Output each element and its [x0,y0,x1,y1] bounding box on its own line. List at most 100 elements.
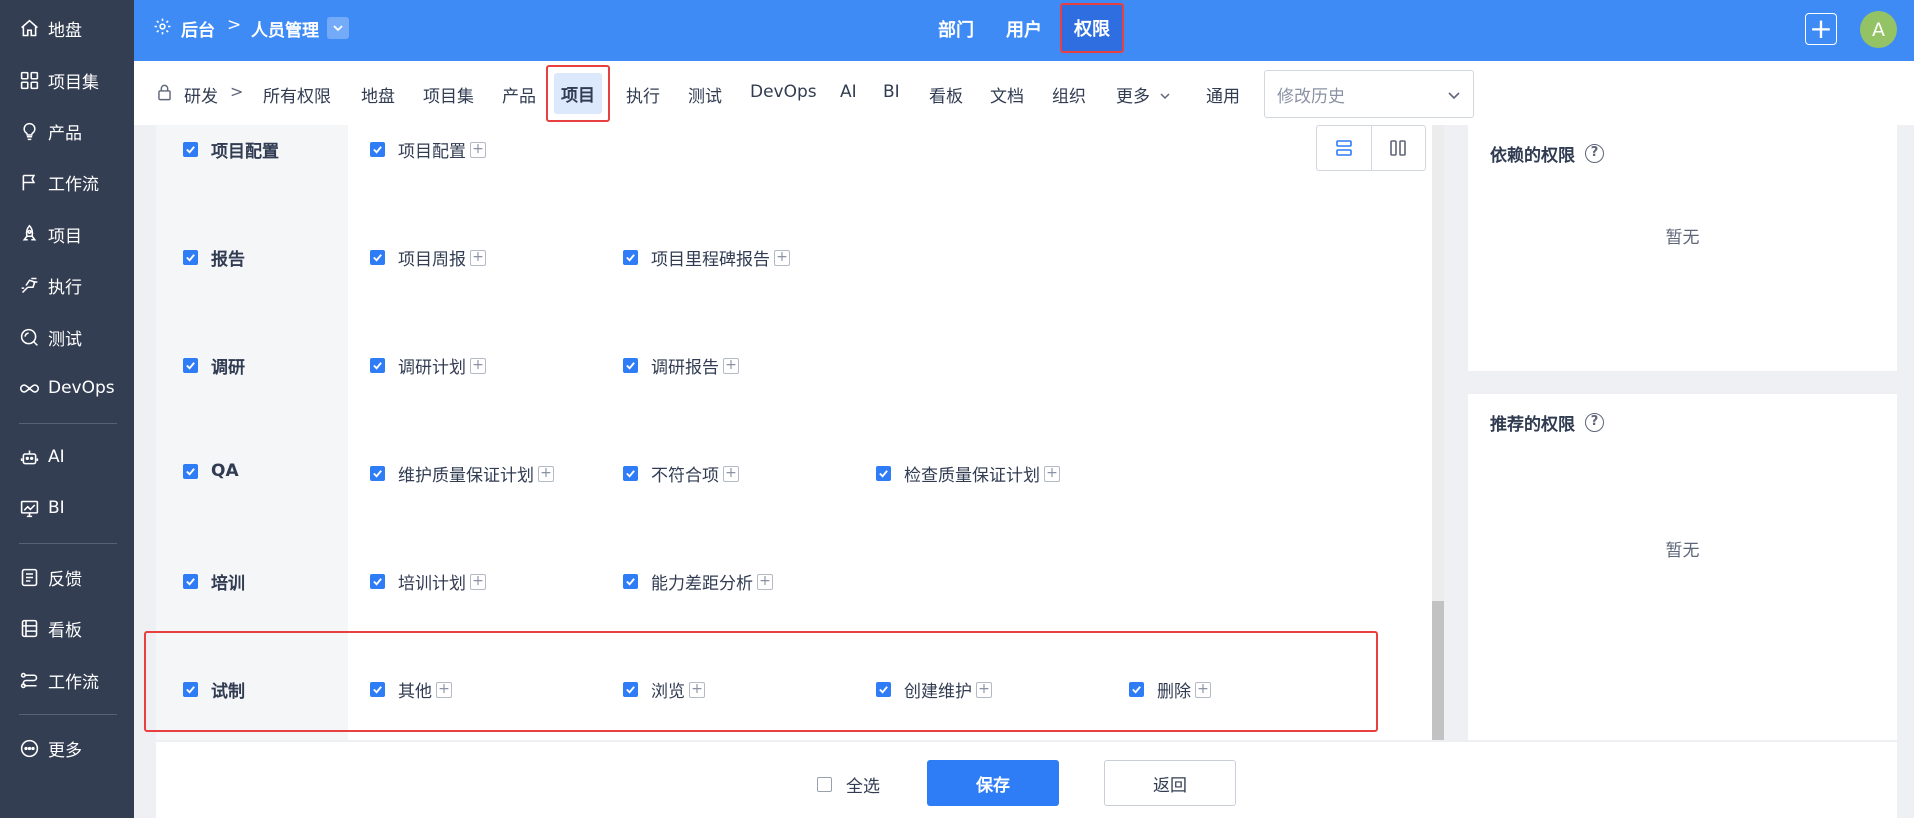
sidebar-item-feedback[interactable]: 反馈 [0,557,134,597]
expand-icon[interactable]: + [757,573,773,590]
history-select[interactable]: 修改历史 [1264,70,1474,118]
permission-label: 培训计划 [398,574,466,594]
action-footer: 全选 保存 返回 [156,742,1897,818]
save-button[interactable]: 保存 [927,760,1059,806]
subnav-org[interactable]: 组织 [1052,82,1086,107]
permission-item[interactable]: 能力差距分析 + [623,569,773,594]
checkbox-checked [183,358,198,373]
sidebar-item-workflow[interactable]: 工作流 [0,162,134,202]
sidebar-item-program[interactable]: 项目集 [0,60,134,100]
expand-icon[interactable]: + [723,357,739,374]
expand-icon[interactable]: + [774,249,790,266]
subnav-project[interactable]: 项目 [546,65,610,122]
permission-item[interactable]: 其他 + [370,677,452,702]
subnav-kanban[interactable]: 看板 [929,82,963,107]
tab-department[interactable]: 部门 [938,16,974,42]
flag-icon [22,174,36,190]
expand-icon[interactable]: + [1195,681,1211,698]
subnav-ai[interactable]: AI [840,82,857,102]
group-label: 调研 [211,358,245,378]
subnav-general[interactable]: 通用 [1206,82,1240,107]
dependent-permissions-title: 依赖的权限 ? [1490,141,1604,166]
back-button[interactable]: 返回 [1104,760,1236,806]
test-icon [20,328,38,346]
permission-item[interactable]: 项目配置 + [370,137,486,162]
subnav-more[interactable]: 更多 [1116,82,1171,107]
help-icon[interactable]: ? [1585,413,1604,432]
permission-item[interactable]: 删除 + [1129,677,1211,702]
avatar[interactable]: A [1860,11,1897,48]
permission-item[interactable]: 维护质量保证计划 + [370,461,554,486]
tab-permission[interactable]: 权限 [1060,3,1124,53]
subnav-test[interactable]: 测试 [688,82,722,107]
scrollbar-thumb[interactable] [1432,601,1444,740]
sidebar-item-more[interactable]: 更多 [0,728,134,768]
view-switch [1316,125,1426,171]
subnav-root[interactable]: 研发 [184,82,218,107]
permission-item[interactable]: 调研报告 + [623,353,739,378]
sidebar-item-label: 测试 [48,329,82,350]
permission-item[interactable]: 培训计划 + [370,569,486,594]
empty-state: 暂无 [1665,228,1700,248]
permission-panel: 项目配置 项目配置 + 报告 项目周报 + 项目里程碑报告 + 调研 调研计划 … [156,125,1444,740]
group-checkbox[interactable]: 试制 [183,677,245,702]
sidebar-item-label: DevOps [48,378,115,398]
breadcrumb-current[interactable]: 人员管理 [251,16,319,41]
subnav-dashboard[interactable]: 地盘 [361,82,395,107]
select-all-checkbox[interactable]: 全选 [817,772,880,797]
expand-icon[interactable]: + [470,573,486,590]
subnav-devops[interactable]: DevOps [750,82,817,102]
list-view-button[interactable] [1317,126,1371,170]
permission-item[interactable]: 项目周报 + [370,245,486,270]
expand-icon[interactable]: + [723,465,739,482]
sidebar-item-ai[interactable]: AI [0,437,134,477]
subnav-product[interactable]: 产品 [502,82,536,107]
group-checkbox[interactable]: 调研 [183,353,245,378]
plus-icon: + [1809,12,1833,45]
expand-icon[interactable]: + [689,681,705,698]
permission-item[interactable]: 项目里程碑报告 + [623,245,790,270]
sidebar-item-dashboard[interactable]: 地盘 [0,8,134,48]
permission-item[interactable]: 创建维护 + [876,677,992,702]
subnav-doc[interactable]: 文档 [990,82,1024,107]
home-icon [21,19,38,36]
permission-label: 项目配置 [398,142,466,162]
group-checkbox[interactable]: 培训 [183,569,245,594]
sidebar-item-label: 看板 [48,620,82,641]
column-view-button[interactable] [1370,126,1426,170]
breadcrumb-dropdown[interactable] [327,17,349,39]
sidebar-item-bi[interactable]: BI [0,488,134,528]
permission-label: 调研计划 [398,358,466,378]
sidebar-item-workflow2[interactable]: 工作流 [0,660,134,700]
expand-icon[interactable]: + [470,141,486,158]
sidebar-item-devops[interactable]: DevOps [0,368,134,408]
permission-item[interactable]: 浏览 + [623,677,705,702]
sidebar-item-test[interactable]: 测试 [0,317,134,357]
sidebar-item-label: 更多 [48,740,82,761]
permission-item[interactable]: 检查质量保证计划 + [876,461,1060,486]
subnav-program[interactable]: 项目集 [423,82,474,107]
expand-icon[interactable]: + [1044,465,1060,482]
subnav-bi[interactable]: BI [883,82,900,102]
group-checkbox[interactable]: 项目配置 [183,137,279,162]
sidebar-item-kanban[interactable]: 看板 [0,608,134,648]
add-button[interactable]: + [1805,13,1837,45]
tab-user[interactable]: 用户 [1006,16,1042,42]
subnav-execution[interactable]: 执行 [626,82,660,107]
expand-icon[interactable]: + [470,357,486,374]
breadcrumb-admin[interactable]: 后台 [181,16,215,41]
expand-icon[interactable]: + [538,465,554,482]
group-checkbox[interactable]: QA [183,461,239,481]
sidebar-item-execution[interactable]: 执行 [0,265,134,305]
sidebar-item-project[interactable]: 项目 [0,214,134,254]
group-checkbox[interactable]: 报告 [183,245,245,270]
expand-icon[interactable]: + [976,681,992,698]
permission-item[interactable]: 不符合项 + [623,461,739,486]
sidebar-item-product[interactable]: 产品 [0,111,134,151]
subnav-all-permissions[interactable]: 所有权限 [263,82,331,107]
permission-label: 检查质量保证计划 [904,466,1040,486]
help-icon[interactable]: ? [1585,144,1604,163]
expand-icon[interactable]: + [470,249,486,266]
permission-item[interactable]: 调研计划 + [370,353,486,378]
expand-icon[interactable]: + [436,681,452,698]
